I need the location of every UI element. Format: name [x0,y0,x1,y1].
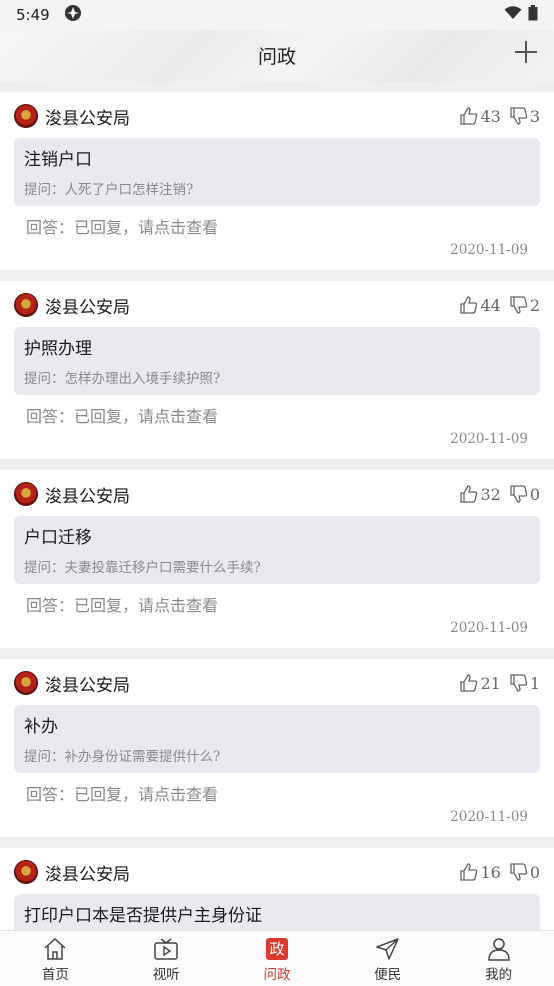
org-name: 浚县公安局 [45,675,130,696]
add-button[interactable] [512,38,540,66]
question-card[interactable]: 浚县公安局 44 2 护照办理 提问：怎样办理出入境手续护照? 回答：已回复，请… [0,281,554,459]
plus-icon [515,41,537,63]
dislike-button[interactable]: 1 [509,673,540,693]
police-emblem-avatar [14,860,38,884]
tab-wenzheng[interactable]: 政 问政 [222,931,333,986]
question-feed[interactable]: 浚县公安局 43 3 注销户口 提问：人死了户口怎样注销? 回答：已回复，请点击… [0,92,554,930]
home-icon [42,937,68,961]
org-name: 浚县公安局 [45,108,130,129]
question-box[interactable]: 护照办理 提问：怎样办理出入境手续护照? [14,327,540,395]
like-count: 16 [480,862,501,882]
tab-label: 我的 [485,967,513,983]
tv-play-icon [153,937,179,961]
tab-label: 便民 [374,967,402,983]
answer-link[interactable]: 回答：已回复，请点击查看 [26,214,218,238]
tab-label: 视听 [152,967,180,983]
answer-link[interactable]: 回答：已回复，请点击查看 [26,403,218,427]
post-date: 2020-11-09 [450,431,528,447]
dislike-count: 1 [529,673,540,693]
org-name: 浚县公安局 [45,864,130,885]
answer-link[interactable]: 回答：已回复，请点击查看 [26,592,218,616]
question-text: 提问：人死了户口怎样注销? [24,182,194,198]
question-title: 户口迁移 [24,528,92,548]
status-time: 5:49 [16,6,50,24]
bottom-tab-bar: 首页 视听 政 问政 便民 我的 [0,930,554,986]
page-title: 问政 [257,46,296,68]
dislike-button[interactable]: 0 [509,484,540,504]
dislike-count: 0 [529,862,540,882]
org-name: 浚县公安局 [45,486,130,507]
police-emblem-avatar [14,104,38,128]
dislike-count: 2 [529,295,540,315]
thumbs-down-icon [510,863,528,881]
like-button[interactable]: 32 [459,484,501,504]
question-card[interactable]: 浚县公安局 43 3 注销户口 提问：人死了户口怎样注销? 回答：已回复，请点击… [0,92,554,270]
battery-icon [528,5,538,25]
police-emblem-avatar [14,671,38,695]
tab-label: 首页 [41,967,69,983]
question-card[interactable]: 浚县公安局 32 0 户口迁移 提问：夫妻投靠迁移户口需要什么手续? 回答：已回… [0,470,554,648]
org-name: 浚县公安局 [45,297,130,318]
thumbs-up-icon [460,296,478,314]
question-box[interactable]: 注销户口 提问：人死了户口怎样注销? [14,138,540,206]
like-button[interactable]: 43 [459,106,501,126]
dislike-count: 3 [529,106,540,126]
dislike-button[interactable]: 3 [509,106,540,126]
thumbs-down-icon [510,296,528,314]
answer-link[interactable]: 回答：已回复，请点击查看 [26,781,218,805]
app-header: 问政 [0,30,554,82]
question-box[interactable]: 打印户口本是否提供户主身份证 [14,894,540,930]
question-title: 打印户口本是否提供户主身份证 [24,906,262,926]
question-text: 提问：夫妻投靠迁移户口需要什么手续? [24,560,261,576]
like-button[interactable]: 16 [459,862,501,882]
wifi-icon [504,6,522,24]
tab-mine[interactable]: 我的 [443,931,554,986]
like-count: 44 [480,295,501,315]
tab-services[interactable]: 便民 [332,931,443,986]
tab-video[interactable]: 视听 [111,931,222,986]
dislike-button[interactable]: 2 [509,295,540,315]
question-card[interactable]: 浚县公安局 16 0 打印户口本是否提供户主身份证 [0,848,554,930]
like-count: 32 [480,484,501,504]
question-title: 补办 [24,717,58,737]
like-count: 21 [480,673,501,693]
post-date: 2020-11-09 [450,809,528,825]
thumbs-up-icon [460,485,478,503]
police-emblem-avatar [14,293,38,317]
post-date: 2020-11-09 [450,620,528,636]
thumbs-down-icon [510,485,528,503]
police-emblem-avatar [14,482,38,506]
question-title: 注销户口 [24,150,92,170]
zheng-badge-icon: 政 [264,937,290,961]
like-count: 43 [480,106,501,126]
question-title: 护照办理 [24,339,92,359]
thumbs-down-icon [510,107,528,125]
tab-home[interactable]: 首页 [0,931,111,986]
like-button[interactable]: 44 [459,295,501,315]
question-text: 提问：补办身份证需要提供什么? [24,749,221,765]
notification-icon [64,4,82,26]
status-bar: 5:49 [0,0,554,30]
post-date: 2020-11-09 [450,242,528,258]
thumbs-up-icon [460,674,478,692]
paper-plane-icon [375,937,401,961]
like-button[interactable]: 21 [459,673,501,693]
dislike-button[interactable]: 0 [509,862,540,882]
tab-label: 问政 [263,967,291,983]
question-box[interactable]: 户口迁移 提问：夫妻投靠迁移户口需要什么手续? [14,516,540,584]
thumbs-down-icon [510,674,528,692]
thumbs-up-icon [460,863,478,881]
question-text: 提问：怎样办理出入境手续护照? [24,371,221,387]
question-box[interactable]: 补办 提问：补办身份证需要提供什么? [14,705,540,773]
question-card[interactable]: 浚县公安局 21 1 补办 提问：补办身份证需要提供什么? 回答：已回复，请点击… [0,659,554,837]
user-icon [486,937,512,961]
thumbs-up-icon [460,107,478,125]
dislike-count: 0 [529,484,540,504]
